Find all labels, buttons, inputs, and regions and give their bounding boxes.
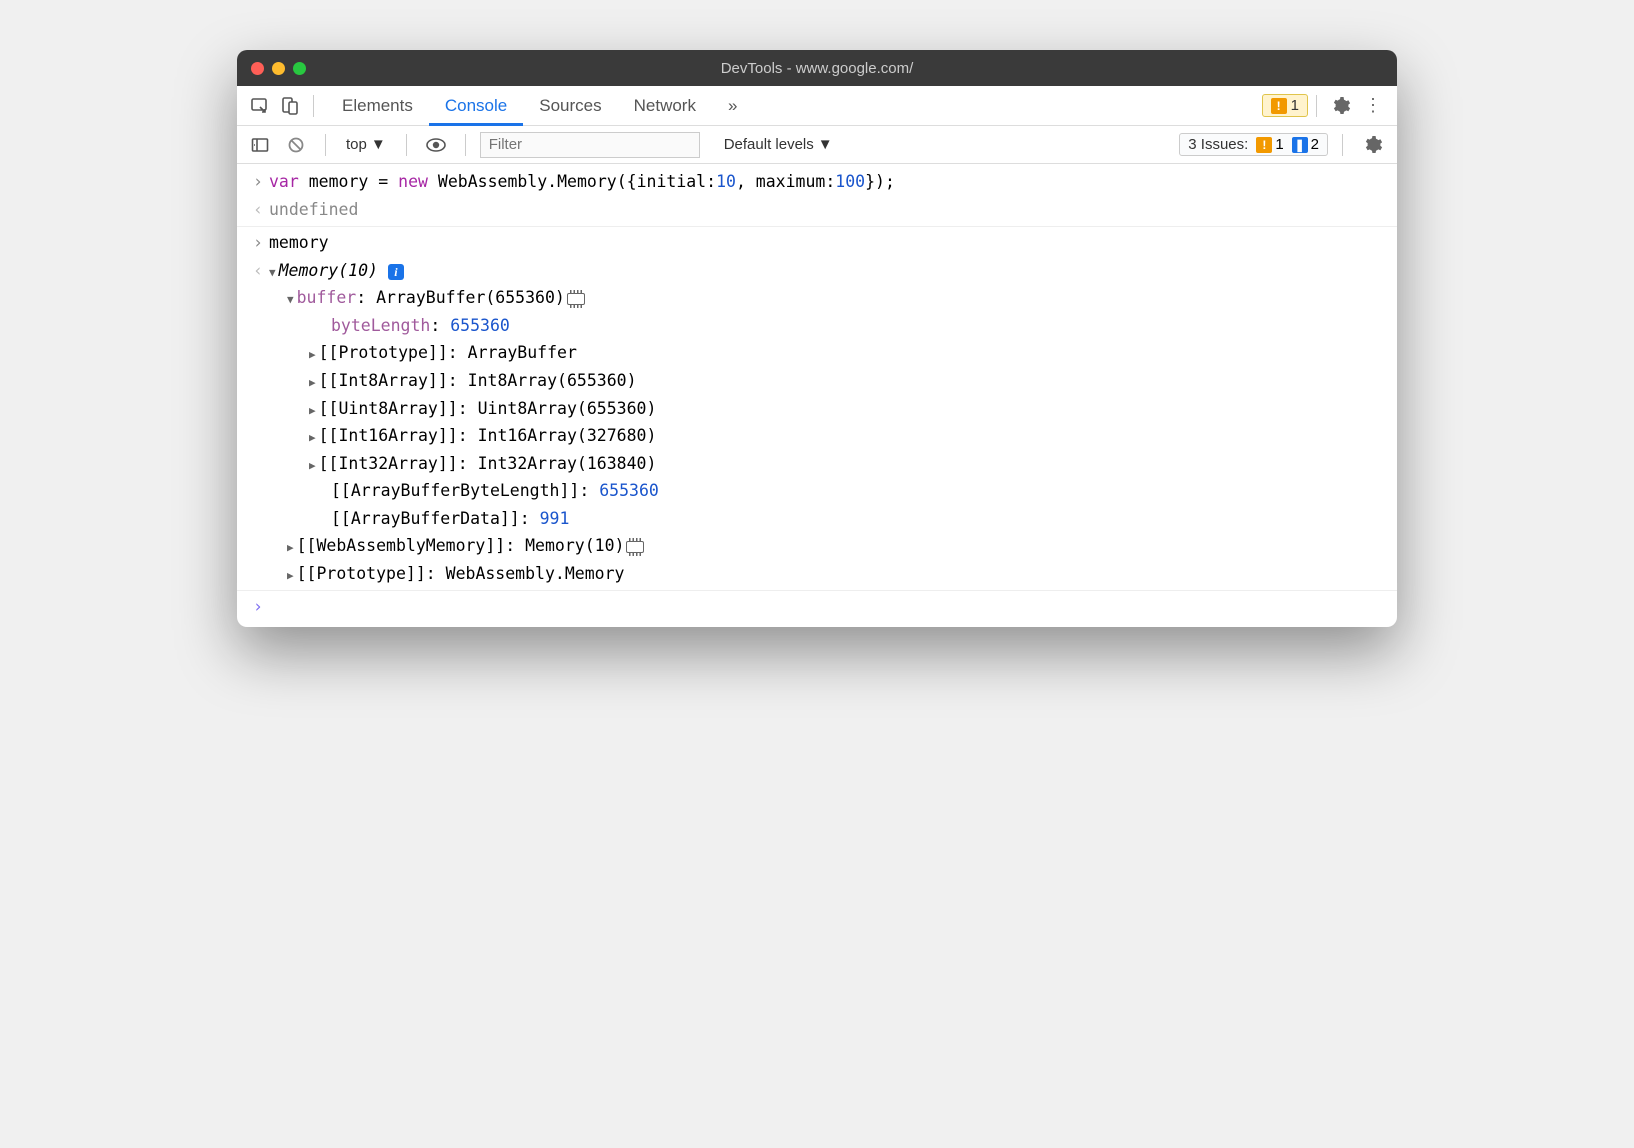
- console-input-row: › memory: [237, 229, 1397, 257]
- warning-icon: !: [1271, 98, 1287, 114]
- issues-warn-count: 1: [1275, 136, 1283, 153]
- console-settings-gear-icon[interactable]: [1357, 135, 1389, 155]
- expand-toggle-icon[interactable]: [309, 374, 316, 391]
- console-prompt-row[interactable]: ›: [237, 593, 1397, 621]
- log-levels-selector[interactable]: Default levels ▼: [724, 136, 833, 153]
- input-marker-icon: ›: [247, 230, 269, 256]
- issues-label: 3 Issues:: [1188, 136, 1248, 153]
- devtools-window: DevTools - www.google.com/ Elements Cons…: [237, 50, 1397, 627]
- close-icon[interactable]: [251, 62, 264, 75]
- expand-toggle-icon[interactable]: [287, 291, 294, 308]
- context-label: top: [346, 136, 367, 153]
- filter-input[interactable]: [480, 132, 700, 158]
- output-marker-icon: ‹: [247, 197, 269, 223]
- object-property-row[interactable]: [[Uint8Array]]: Uint8Array(655360): [237, 395, 1397, 423]
- divider: [1316, 95, 1317, 117]
- object-property-row[interactable]: [[Int8Array]]: Int8Array(655360): [237, 367, 1397, 395]
- chevron-down-icon: ▼: [818, 136, 833, 153]
- tab-sources[interactable]: Sources: [523, 86, 617, 126]
- prompt-marker-icon: ›: [247, 594, 269, 620]
- minimize-icon[interactable]: [272, 62, 285, 75]
- tabs-row: Elements Console Sources Network » ! 1 ⋮: [237, 86, 1397, 126]
- clear-console-icon[interactable]: [281, 130, 311, 160]
- chevron-down-icon: ▼: [371, 136, 386, 153]
- more-options-icon[interactable]: ⋮: [1357, 95, 1389, 116]
- expand-toggle-icon[interactable]: [309, 346, 316, 363]
- memory-object[interactable]: Memory(10) i: [269, 258, 1387, 284]
- issues-info-count: 2: [1311, 136, 1319, 153]
- expand-toggle-icon[interactable]: [309, 402, 316, 419]
- memory-inspector-icon[interactable]: [626, 541, 644, 553]
- tabs: Elements Console Sources Network »: [326, 86, 753, 126]
- object-property-row[interactable]: [[Int32Array]]: Int32Array(163840): [237, 450, 1397, 478]
- expand-toggle-icon[interactable]: [269, 264, 276, 281]
- undefined-result: undefined: [269, 197, 1387, 223]
- divider: [1342, 134, 1343, 156]
- settings-gear-icon[interactable]: [1325, 96, 1357, 116]
- issues-box[interactable]: 3 Issues: ! 1 ❚ 2: [1179, 133, 1328, 156]
- memory-inspector-icon[interactable]: [567, 293, 585, 305]
- context-selector[interactable]: top ▼: [340, 136, 392, 153]
- info-icon: ❚: [1292, 137, 1308, 153]
- object-property-row[interactable]: [[WebAssemblyMemory]]: Memory(10): [237, 532, 1397, 560]
- divider: [465, 134, 466, 156]
- expand-toggle-icon[interactable]: [309, 429, 316, 446]
- titlebar[interactable]: DevTools - www.google.com/: [237, 50, 1397, 86]
- inspect-element-icon[interactable]: [245, 91, 275, 121]
- traffic-lights: [251, 62, 306, 75]
- warnings-count: 1: [1291, 97, 1299, 114]
- console-input-code: var memory = new WebAssembly.Memory({ini…: [269, 169, 1387, 195]
- toggle-sidebar-icon[interactable]: [245, 130, 275, 160]
- divider: [406, 134, 407, 156]
- tabs-overflow-icon[interactable]: »: [712, 86, 753, 126]
- object-property-row[interactable]: [[Prototype]]: ArrayBuffer: [237, 339, 1397, 367]
- device-toolbar-icon[interactable]: [275, 91, 305, 121]
- tab-console[interactable]: Console: [429, 86, 523, 126]
- object-property-row[interactable]: [[Prototype]]: WebAssembly.Memory: [237, 560, 1397, 592]
- object-property-row: [[ArrayBufferData]]: 991: [237, 505, 1397, 533]
- tab-elements[interactable]: Elements: [326, 86, 429, 126]
- console-toolbar: top ▼ Default levels ▼ 3 Issues: ! 1 ❚ 2: [237, 126, 1397, 164]
- expand-toggle-icon[interactable]: [309, 457, 316, 474]
- info-icon[interactable]: i: [388, 264, 404, 280]
- console-input-row: › var memory = new WebAssembly.Memory({i…: [237, 168, 1397, 196]
- warnings-badge[interactable]: ! 1: [1262, 94, 1308, 117]
- levels-label: Default levels: [724, 136, 814, 153]
- divider: [313, 95, 314, 117]
- window-title: DevTools - www.google.com/: [237, 60, 1397, 77]
- input-marker-icon: ›: [247, 169, 269, 195]
- maximize-icon[interactable]: [293, 62, 306, 75]
- divider: [325, 134, 326, 156]
- console-body[interactable]: › var memory = new WebAssembly.Memory({i…: [237, 164, 1397, 627]
- object-property-row: [[ArrayBufferByteLength]]: 655360: [237, 477, 1397, 505]
- live-expression-icon[interactable]: [421, 130, 451, 160]
- tab-network[interactable]: Network: [618, 86, 712, 126]
- console-output-row: ‹ undefined: [237, 196, 1397, 228]
- warning-icon: !: [1256, 137, 1272, 153]
- expand-toggle-icon[interactable]: [287, 539, 294, 556]
- object-property-row[interactable]: [[Int16Array]]: Int16Array(327680): [237, 422, 1397, 450]
- console-output-row: ‹ Memory(10) i: [237, 257, 1397, 285]
- object-property-row[interactable]: buffer: ArrayBuffer(655360): [237, 284, 1397, 312]
- expand-toggle-icon[interactable]: [287, 567, 294, 584]
- console-input-code: memory: [269, 230, 1387, 256]
- object-property-row: byteLength: 655360: [237, 312, 1397, 340]
- output-marker-icon: ‹: [247, 258, 269, 284]
